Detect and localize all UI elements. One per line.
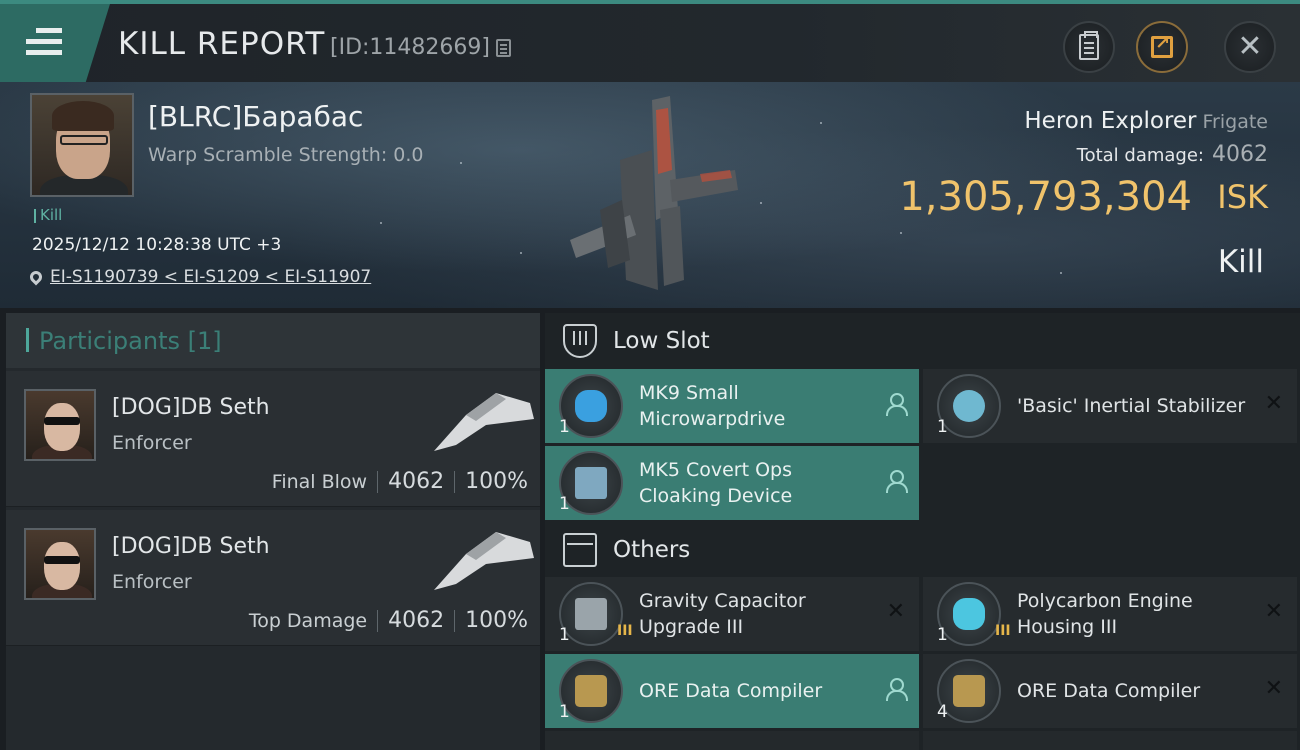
- victim-avatar[interactable]: [30, 93, 134, 197]
- participant-ship-image: [434, 393, 534, 451]
- item-name: MK9 Small Microwarpdrive: [639, 382, 786, 430]
- item-covert-ops-cloak[interactable]: 1 MK5 Covert Ops Cloaking Device: [545, 446, 919, 520]
- total-damage: Total damage: 4062: [1077, 142, 1268, 167]
- warp-scramble-strength: Warp Scramble Strength: 0.0: [148, 144, 424, 166]
- item-quantity: 1: [559, 417, 570, 437]
- participants-panel: Participants [1] [DOG]DB Seth Enforcer F…: [6, 313, 540, 750]
- participant-avatar[interactable]: [24, 389, 96, 461]
- location-pin-icon: [27, 268, 45, 286]
- item-quantity: 1: [559, 625, 570, 645]
- item-tier: III: [995, 623, 1011, 639]
- close-button[interactable]: ✕: [1224, 21, 1276, 73]
- item-name: Gravity Capacitor Upgrade III: [639, 590, 806, 638]
- report-id-text: [ID:11482669]: [330, 35, 490, 60]
- participant-stats: Top Damage 4062 100%: [249, 608, 528, 633]
- cube-icon: [563, 533, 597, 567]
- victim-banner: [BLRC]Барабас Warp Scramble Strength: 0.…: [0, 82, 1300, 308]
- item-name: ORE Data Compiler: [639, 680, 823, 702]
- low-slot-header: Low Slot: [545, 313, 1300, 369]
- victim-ship-class: Frigate: [1202, 111, 1268, 133]
- participant-name: [DOG]DB Seth: [112, 534, 270, 559]
- total-damage-value: 4062: [1212, 142, 1268, 167]
- person-icon: [885, 393, 908, 416]
- victim-name[interactable]: [BLRC]Барабас: [148, 100, 363, 133]
- victim-ship-image: [570, 96, 738, 290]
- item-quantity: 1: [937, 625, 948, 645]
- kill-result: Kill: [1217, 244, 1264, 280]
- destroyed-x-icon: ✕: [1264, 391, 1283, 416]
- participant-avatar[interactable]: [24, 528, 96, 600]
- items-panel: Low Slot 1 MK9 Small Microwarpdrive 1 'B…: [545, 313, 1300, 750]
- victim-ship: Heron Explorer Frigate: [1024, 108, 1268, 134]
- destroyed-x-icon: ✕: [1264, 676, 1283, 701]
- item-mk9-microwarpdrive[interactable]: 1 MK9 Small Microwarpdrive: [545, 369, 919, 443]
- item-quantity: 1: [937, 417, 948, 437]
- participant-percent: 100%: [465, 608, 528, 633]
- location: EI-S1190739 < EI-S1209 < EI-S11907: [27, 267, 371, 287]
- person-icon: [885, 470, 908, 493]
- victim-ship-name[interactable]: Heron Explorer: [1024, 108, 1196, 134]
- participant-role: Final Blow: [271, 470, 368, 493]
- participant-row[interactable]: [DOG]DB Seth Enforcer Top Damage 4062 10…: [6, 510, 540, 646]
- item-quantity: 4: [937, 702, 948, 722]
- top-bar: KILL REPORT [ID:11482669] ✕: [0, 0, 1300, 82]
- item-ore-data-compiler[interactable]: 1 ORE Data Compiler: [545, 654, 919, 728]
- person-icon: [885, 678, 908, 701]
- participant-stats: Final Blow 4062 100%: [272, 469, 528, 494]
- item-tier: III: [617, 623, 633, 639]
- page-title: KILL REPORT: [118, 26, 326, 62]
- isk-value: 1,305,793,304: [899, 174, 1192, 220]
- destroyed-x-icon: ✕: [886, 599, 905, 624]
- item-quantity: 1: [559, 702, 570, 722]
- share-icon: [1151, 33, 1173, 58]
- participant-name: [DOG]DB Seth: [112, 395, 270, 420]
- clipboard-button[interactable]: [1063, 21, 1115, 73]
- participant-damage: 4062: [388, 469, 445, 494]
- low-slot-icon: [563, 324, 597, 358]
- menu-button[interactable]: [0, 4, 110, 82]
- item-inertial-stabilizer[interactable]: 1 'Basic' Inertial Stabilizer ✕: [923, 369, 1297, 443]
- participant-row[interactable]: [DOG]DB Seth Enforcer Final Blow 4062 10…: [6, 371, 540, 507]
- destroyed-x-icon: ✕: [1264, 599, 1283, 624]
- item-gravity-capacitor[interactable]: 1 III Gravity Capacitor Upgrade III ✕: [545, 577, 919, 651]
- location-link[interactable]: EI-S1190739 < EI-S1209 < EI-S11907: [50, 267, 371, 287]
- share-button[interactable]: [1136, 21, 1188, 73]
- participant-role: Top Damage: [248, 609, 368, 632]
- low-slot-label: Low Slot: [613, 328, 710, 354]
- item-name: 'Basic' Inertial Stabilizer: [1017, 395, 1246, 417]
- participant-damage: 4062: [388, 608, 445, 633]
- item-name: Polycarbon Engine Housing III: [1017, 590, 1193, 638]
- item-name: MK5 Covert Ops Cloaking Device: [639, 459, 793, 507]
- others-label: Others: [613, 537, 691, 563]
- isk-unit: ISK: [1217, 178, 1268, 216]
- participant-ship-image: [434, 532, 534, 590]
- close-icon: ✕: [1237, 29, 1263, 64]
- kill-datetime: 2025/12/12 10:28:38 UTC +3: [32, 235, 282, 255]
- participant-percent: 100%: [465, 469, 528, 494]
- others-header: Others: [545, 522, 1300, 578]
- item-ore-data-compiler[interactable]: 4 ORE Data Compiler ✕: [923, 654, 1297, 728]
- copy-icon[interactable]: [495, 38, 511, 57]
- report-id: [ID:11482669]: [330, 35, 511, 60]
- item-quantity: 1: [559, 494, 570, 514]
- clipboard-icon: [1079, 31, 1099, 60]
- item-row-partial[interactable]: [923, 731, 1297, 750]
- participants-header[interactable]: Participants [1]: [6, 313, 540, 368]
- hamburger-icon: [26, 28, 62, 61]
- kill-tag: Kill: [34, 206, 62, 224]
- participant-ship: Enforcer: [112, 432, 192, 454]
- participant-ship: Enforcer: [112, 571, 192, 593]
- item-polycarbon-engine[interactable]: 1 III Polycarbon Engine Housing III ✕: [923, 577, 1297, 651]
- total-damage-label: Total damage:: [1076, 145, 1204, 166]
- item-name: ORE Data Compiler: [1017, 680, 1201, 702]
- item-row-partial[interactable]: [545, 731, 919, 750]
